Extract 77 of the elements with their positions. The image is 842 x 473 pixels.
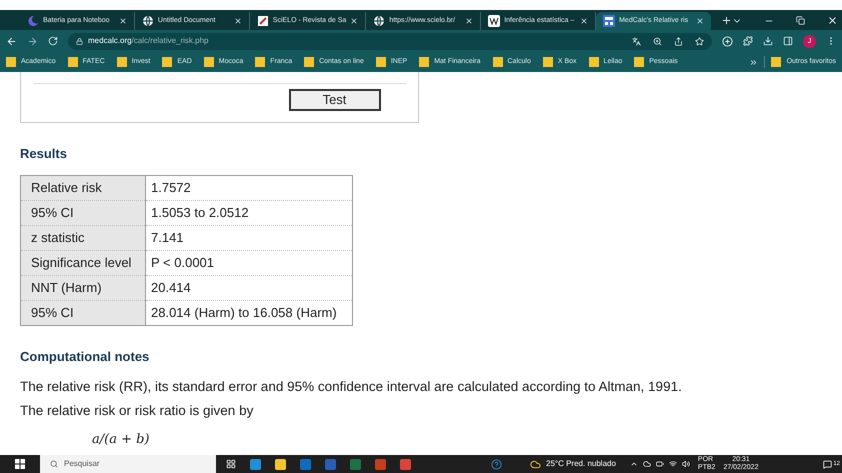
globe-icon [373,15,386,27]
search-icon [50,460,58,468]
folder-icon [770,57,781,67]
url-text: medcalc.org/calc/relative_risk.php [88,35,208,47]
results-heading: Results [20,146,67,162]
folder-icon [162,57,172,67]
folder-icon [68,57,78,67]
folder-icon [542,57,553,67]
folder-icon [588,57,599,67]
close-icon[interactable] [465,17,474,25]
table-cell: 1.5053 to 2.0512 [146,200,352,226]
help-icon[interactable] [491,458,502,470]
folder-icon [255,57,266,67]
folder-icon [6,57,16,67]
task-view-icon[interactable] [226,459,236,469]
forward-icon[interactable] [27,36,38,46]
folder-icon [304,57,314,67]
table-cell: 1.7572 [146,176,352,200]
weather-text: 25°C Pred. nublado [546,458,616,470]
paragraph: The relative risk or risk ratio is given by [20,403,254,419]
table-cell: Relative risk [20,176,146,200]
close-icon[interactable] [827,15,838,26]
table-cell: 7.141 [146,226,352,250]
globe-icon [142,15,154,27]
table-cell: z statistic [20,226,146,250]
restore-icon[interactable] [796,16,805,25]
close-icon[interactable] [696,17,704,25]
folder-icon [116,57,127,67]
close-icon[interactable] [580,17,588,25]
chevron-up-icon[interactable] [630,460,638,468]
notes-heading: Computational notes [20,349,150,365]
paragraph: The relative risk (RR), its standard error and 95% confidence interval are calculated according to Altman, 1991. [20,379,682,395]
sidebar-icon[interactable] [783,36,793,46]
formula: a/(a + b) [92,432,150,448]
document-icon [256,15,269,27]
reload-icon[interactable] [48,36,58,46]
zoom-icon[interactable] [653,36,662,46]
close-icon[interactable] [350,17,358,25]
address-bar[interactable]: medcalc.org/calc/relative_risk.php [68,32,712,50]
taskbar-app-icon[interactable] [250,458,261,470]
star-icon[interactable] [695,36,704,46]
table-cell: 28.014 (Harm) to 16.058 (Harm) [146,300,352,326]
new-tab-icon[interactable] [720,15,732,26]
table-cell: 95% CI [20,300,146,326]
test-button[interactable]: Test [288,89,380,111]
taskbar-app-icon[interactable] [275,458,286,470]
folder-icon [204,57,214,67]
cloud-icon[interactable] [642,460,651,468]
w-icon [488,15,500,27]
speaker-icon[interactable] [682,460,690,468]
share-icon[interactable] [674,36,683,46]
folder-icon [492,57,502,67]
table-cell: Significance level [20,250,146,276]
translate-icon[interactable] [632,36,641,46]
table-cell: 20.414 [146,276,352,300]
close-icon[interactable] [118,17,127,25]
windows-start-icon[interactable] [15,459,25,469]
folder-icon [634,57,644,67]
folder-icon [419,57,430,67]
cloud-icon [530,458,541,470]
plus-circle-icon[interactable] [722,36,733,46]
wifi-icon[interactable] [668,460,677,468]
lock-icon [76,38,83,44]
download-icon[interactable] [763,36,773,46]
calculator-icon [603,15,616,27]
search-field[interactable]: Pesquisar [40,455,216,473]
crescent-icon [27,15,39,27]
battery-icon[interactable] [656,460,664,468]
more-icon[interactable] [748,58,758,66]
close-icon[interactable] [234,17,242,25]
table-cell: 95% CI [20,200,146,226]
table-cell: P < 0.0001 [146,250,352,276]
back-icon[interactable] [6,36,17,46]
puzzle-icon[interactable] [743,36,753,46]
table-cell: NNT (Harm) [20,276,146,300]
notification-icon[interactable] [823,460,832,468]
folder-icon [376,57,386,67]
